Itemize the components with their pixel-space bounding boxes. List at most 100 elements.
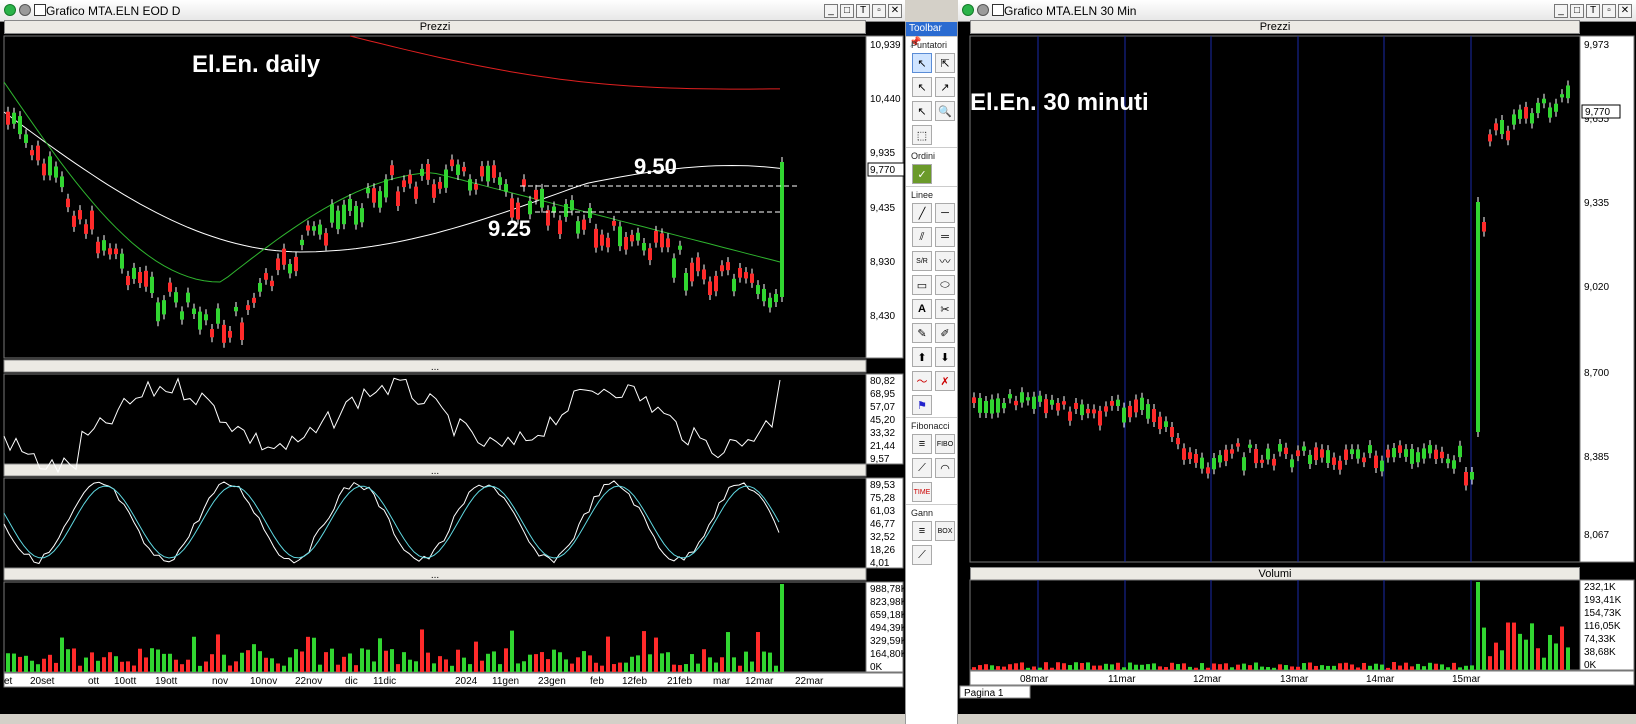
intraday-chart-canvas[interactable]: 9,9739,6559,3359,0208,7008,3858,0679,770…	[958, 22, 1636, 724]
candle-body	[600, 234, 604, 246]
restore-button[interactable]: ▫	[872, 4, 886, 18]
gann-box-tool-button[interactable]: BOX	[935, 521, 955, 541]
candle-body	[642, 243, 646, 251]
candle-body	[456, 164, 460, 175]
fib-retracement-tool-button[interactable]: ≡	[912, 434, 932, 454]
daily-window-titlebar[interactable]: Grafico MTA.ELN EOD D _ □ T ▫ ✕	[0, 0, 905, 22]
daily-chart-canvas[interactable]: ......... 10,939 10,440 9,935 9,435 8,930 8,43…	[0, 22, 905, 724]
volume-bar	[1494, 642, 1498, 670]
date-axis-label: 12mar	[745, 676, 774, 687]
minimize-button[interactable]: _	[1554, 4, 1568, 18]
minimize-button[interactable]: _	[824, 4, 838, 18]
polyline-tool-button[interactable]: 〰	[935, 251, 955, 271]
volume-bar	[234, 661, 238, 672]
volume-bar	[1446, 667, 1450, 670]
select-alt-tool-button[interactable]: ↗	[935, 77, 955, 97]
volume-bar	[660, 653, 664, 672]
volume-bar	[630, 656, 634, 672]
candle-body	[186, 292, 190, 303]
fib-time-tool-button[interactable]: TIME	[912, 482, 932, 502]
pencil-tool-button[interactable]: ✎	[912, 323, 932, 343]
candle-body	[162, 300, 166, 315]
close-button[interactable]: ✕	[888, 4, 902, 18]
candle-body	[1020, 392, 1024, 403]
arrow-down-tool-button[interactable]: ⬇	[935, 347, 955, 367]
font-button[interactable]: T	[856, 4, 870, 18]
close-button[interactable]: ✕	[1618, 4, 1632, 18]
cursor-tool-button[interactable]: ↖	[912, 101, 932, 121]
wave-tool-button[interactable]: 〜	[912, 371, 932, 391]
candle-body	[96, 241, 100, 254]
volume-axis-label: 116,05K	[1584, 621, 1621, 632]
volume-bar	[672, 664, 676, 672]
toolbar-header[interactable]: Toolbar 📌	[906, 22, 957, 48]
candle-body	[1428, 445, 1432, 454]
fib-fan-tool-button[interactable]: ⟋	[912, 458, 932, 478]
candle-body	[1410, 448, 1414, 464]
candle-body	[198, 311, 202, 330]
channel-tool-button[interactable]: ⫽	[912, 227, 932, 247]
parallel-tool-button[interactable]: ═	[935, 227, 955, 247]
restore-button[interactable]: ▫	[1602, 4, 1616, 18]
candle-body	[150, 276, 154, 294]
volume-bar	[558, 652, 562, 672]
candle-body	[1362, 457, 1366, 463]
wave-delete-tool-button[interactable]: ✗	[935, 371, 955, 391]
date-axis-label: feb	[590, 676, 604, 687]
selection-box-tool-button[interactable]: ⬚	[912, 125, 932, 145]
volume-bar	[1284, 665, 1288, 670]
volume-bar	[1098, 665, 1102, 670]
candle-body	[102, 240, 106, 251]
volume-bar	[168, 653, 172, 672]
candle-body	[594, 228, 598, 248]
hline-tool-button[interactable]: ─	[935, 203, 955, 223]
intraday-overlay-title: El.En. 30 minuti	[970, 89, 1149, 116]
gann-fan-tool-button[interactable]: ⟋	[912, 545, 932, 565]
cut-tool-button[interactable]: ✂	[935, 299, 955, 319]
candle-body	[1458, 445, 1462, 458]
candle-body	[324, 233, 328, 246]
candle-body	[996, 398, 1000, 413]
candle-body	[1080, 404, 1084, 416]
sup-res-tool-button[interactable]: S/R	[912, 251, 932, 271]
gann-grid-tool-button[interactable]: ≡	[912, 521, 932, 541]
volume-bar	[450, 665, 454, 672]
candle-body	[1512, 114, 1516, 125]
intraday-statusbar	[958, 714, 1636, 724]
candle-body	[468, 179, 472, 191]
pencil-alt-tool-button[interactable]: ✐	[935, 323, 955, 343]
maximize-button[interactable]: □	[1570, 4, 1584, 18]
arrow-up-tool-button[interactable]: ⬆	[912, 347, 932, 367]
volume-bar	[600, 665, 604, 672]
font-button[interactable]: T	[1586, 4, 1600, 18]
fib-arc-tool-button[interactable]: ◠	[935, 458, 955, 478]
zoom-tool-button[interactable]: 🔍	[935, 101, 955, 121]
maximize-button[interactable]: □	[840, 4, 854, 18]
volume-bar	[1410, 666, 1414, 670]
candle-body	[1008, 394, 1012, 399]
date-axis-label: nov	[212, 676, 228, 687]
sub-axis-label: 75,28	[870, 493, 895, 504]
candle-body	[1530, 113, 1534, 124]
volume-bar	[1044, 662, 1048, 670]
flag-tool-button[interactable]: ⚑	[912, 395, 932, 415]
pointer-tool-button[interactable]: ↖	[912, 53, 932, 73]
intraday-window-titlebar[interactable]: Grafico MTA.ELN 30 Min _ □ T ▫ ✕	[958, 0, 1636, 22]
candle-body	[558, 220, 562, 235]
volume-bar	[1092, 665, 1096, 670]
text-tool-button[interactable]: A	[912, 299, 932, 319]
rectangle-tool-button[interactable]: ▭	[912, 275, 932, 295]
candle-body	[1548, 107, 1552, 118]
candle-body	[402, 180, 406, 188]
select-tool-button[interactable]: ↖	[912, 77, 932, 97]
candle-body	[1494, 123, 1498, 131]
fib-extension-tool-button[interactable]: FIBO	[935, 434, 955, 454]
ellipse-tool-button[interactable]: ⬭	[935, 275, 955, 295]
pointer-cross-tool-button[interactable]: ⇱	[935, 53, 955, 73]
volume-bar	[48, 654, 52, 672]
trendline-tool-button[interactable]: ╱	[912, 203, 932, 223]
sub-axis-label: 61,03	[870, 506, 895, 517]
order-tool-button[interactable]: ✓	[912, 164, 932, 184]
volume-bar	[1362, 662, 1366, 670]
sub-axis-label: 68,95	[870, 389, 895, 400]
